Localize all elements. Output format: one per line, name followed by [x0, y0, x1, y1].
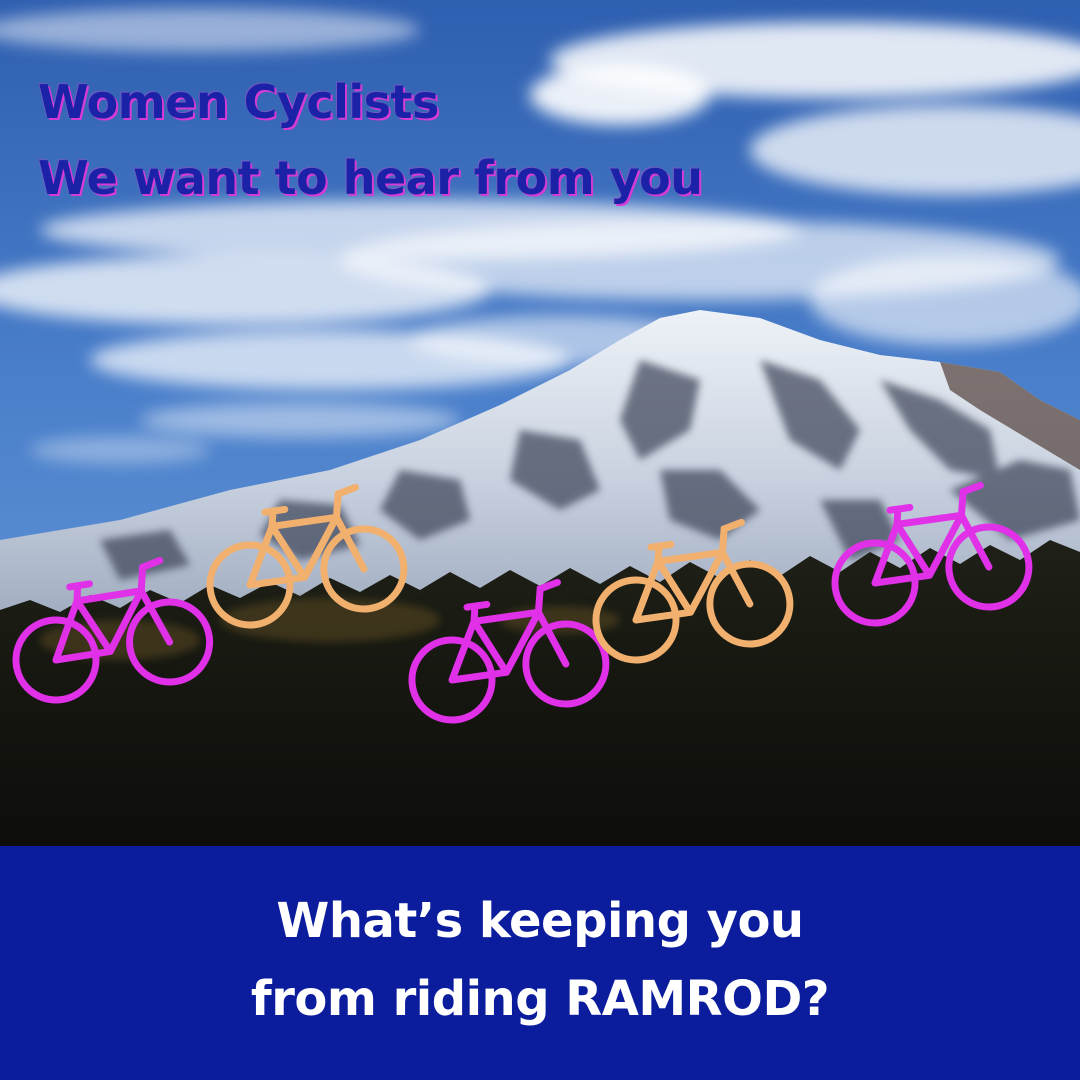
banner-line-2: from riding RAMROD? — [250, 971, 830, 1027]
bottom-banner: What’s keeping you from riding RAMROD? — [0, 846, 1080, 1080]
poster: Women Cyclists We want to hear from you … — [0, 0, 1080, 1080]
banner-line-1: What’s keeping you — [276, 893, 804, 949]
headline: Women Cyclists We want to hear from you — [38, 64, 703, 216]
banner-question: What’s keeping you from riding RAMROD? — [0, 882, 1080, 1038]
headline-line-1: Women Cyclists — [38, 75, 439, 129]
headline-line-2: We want to hear from you — [38, 151, 703, 205]
